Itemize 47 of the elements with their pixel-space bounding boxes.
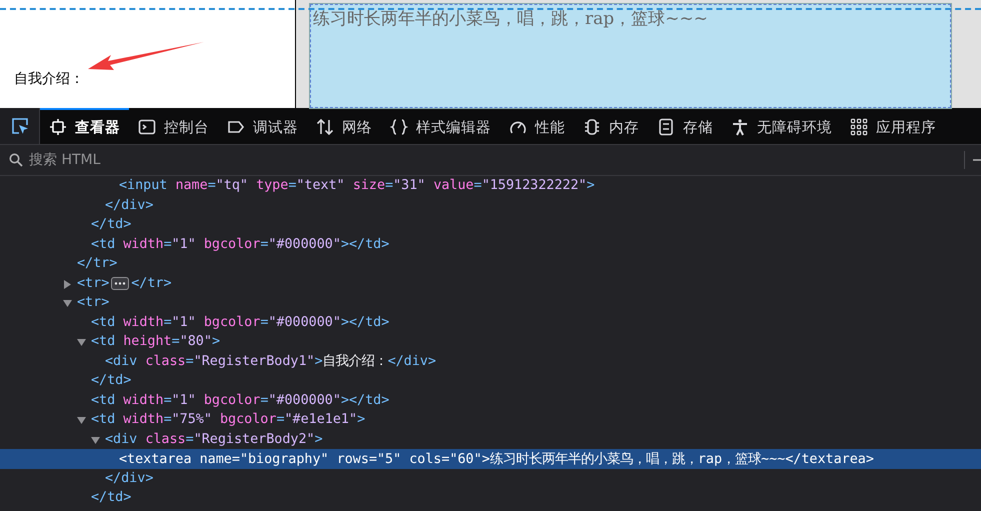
markup-line[interactable]: <td width="1" bgcolor="#000000"></td> <box>91 314 390 330</box>
cursor-box-icon <box>10 116 30 136</box>
markup-line[interactable]: </td> <box>91 217 132 232</box>
markup-line[interactable]: <tr> <box>77 295 110 310</box>
markup-line[interactable]: <tr> <box>77 276 110 291</box>
chip-icon <box>583 118 601 136</box>
up-down-arrows-icon <box>316 118 334 136</box>
markup-line[interactable]: <div class="RegisterBody2"> <box>105 432 323 447</box>
markup-line[interactable]: <td width="1" bgcolor="#000000"></td> <box>91 236 390 252</box>
braces-icon <box>390 118 408 136</box>
ellipsis-icon[interactable] <box>111 276 130 290</box>
terminal-icon <box>138 118 156 136</box>
expand-toggle-icon[interactable] <box>91 436 100 444</box>
expand-toggle-icon[interactable] <box>63 280 72 288</box>
tag-shape-icon <box>227 118 245 136</box>
devtools-tab[interactable]: 样式编辑器 <box>381 108 500 144</box>
crosshair-box-icon <box>49 118 67 136</box>
markup-line[interactable]: </td> <box>91 373 132 388</box>
expand-toggle-icon[interactable] <box>77 338 86 347</box>
grid-icon <box>850 118 868 136</box>
markup-line[interactable]: <td width="1" bgcolor="#000000"></td> <box>91 392 390 408</box>
search-icon <box>9 153 23 167</box>
devtools-tab[interactable]: 网络 <box>307 108 381 144</box>
devtools-tab[interactable]: 应用程序 <box>841 108 945 144</box>
expand-toggle-icon[interactable] <box>77 416 86 425</box>
document-icon <box>657 118 675 136</box>
devtools-tab[interactable]: 内存 <box>574 108 648 144</box>
element-picker-button[interactable] <box>0 108 40 144</box>
markup-line[interactable]: <td width="75%" bgcolor="#e1e1e1"> <box>91 412 366 428</box>
markup-line[interactable]: </div> <box>105 470 154 486</box>
markup-line[interactable]: </td> <box>91 490 132 506</box>
markup-line[interactable]: </tr> <box>77 256 118 272</box>
markup-line[interactable]: <input name="tq" type="text" size="31" value="15912322222"> <box>119 178 595 194</box>
devtools-tab[interactable]: 无障碍环境 <box>722 108 841 144</box>
devtools-tab[interactable]: 存储 <box>648 108 722 144</box>
biography-textarea[interactable]: 练习时长两年半的小菜鸟，唱，跳，rap，篮球~~~ <box>310 4 951 108</box>
expand-toggle-icon[interactable] <box>63 299 72 308</box>
markup-line[interactable]: <td height="80"> <box>91 334 220 350</box>
devtools-tab[interactable]: 调试器 <box>218 108 307 144</box>
devtools-tab[interactable]: 性能 <box>500 108 574 144</box>
markup-line[interactable]: </tr> <box>131 276 172 291</box>
search-field[interactable]: 搜索 HTML <box>27 151 331 169</box>
devtools-tab[interactable]: 控制台 <box>129 108 218 144</box>
markup-line[interactable]: </div> <box>105 198 154 213</box>
person-icon <box>731 118 749 136</box>
markup-line[interactable]: <div class="RegisterBody1">自我介绍：</div> <box>105 352 436 370</box>
field-label: 自我介绍： <box>14 70 84 88</box>
